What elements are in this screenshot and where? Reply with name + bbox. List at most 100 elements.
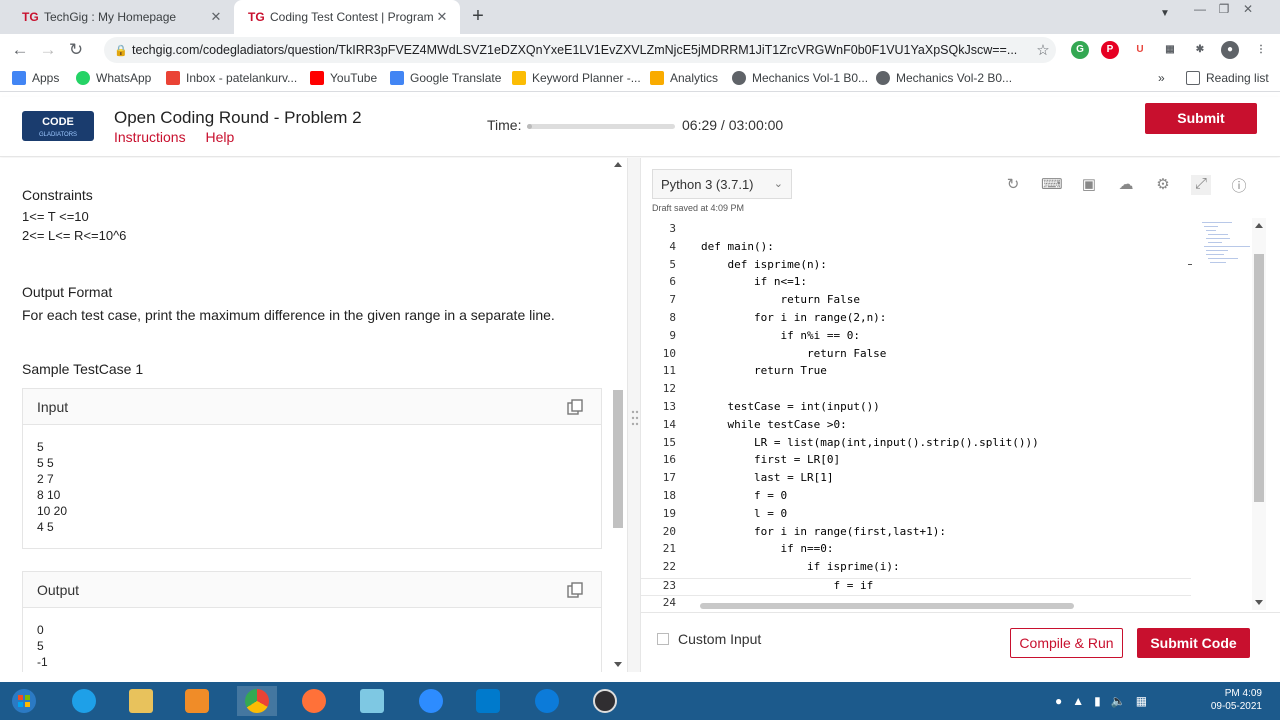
code-line[interactable]: 11 return True (641, 364, 1191, 382)
code-line[interactable]: 8 for i in range(2,n): (641, 311, 1191, 329)
lock-icon[interactable]: 🔒 (114, 44, 132, 57)
file-explorer-taskbar[interactable] (121, 686, 161, 716)
code-horizontal-scrollbar[interactable] (700, 603, 1074, 609)
minimize-icon[interactable]: — (1188, 0, 1212, 24)
code-text[interactable]: l = 0 (701, 507, 787, 520)
vscode-taskbar[interactable] (468, 686, 508, 716)
code-text[interactable]: f = 0 (701, 489, 787, 502)
code-text[interactable]: def isprime(n): (701, 258, 826, 271)
bookmark-star-icon[interactable]: ☆ (1030, 41, 1056, 59)
code-line[interactable]: 17 last = LR[1] (641, 471, 1191, 489)
tab-techgig-homepage[interactable]: TG TechGig : My Homepage ✕ (8, 0, 234, 34)
code-text[interactable]: return False (701, 293, 859, 306)
code-line[interactable]: 9 if n%i == 0: (641, 329, 1191, 347)
code-text[interactable]: for i in range(2,n): (701, 311, 886, 324)
compile-run-button[interactable]: Compile & Run (1010, 628, 1123, 658)
bookmark-mechanics-vol2[interactable]: Mechanics Vol-2 B0... (876, 71, 1012, 85)
profile-avatar[interactable]: ● (1221, 41, 1239, 59)
code-line[interactable]: 3 (641, 222, 1191, 240)
settings-gear-icon[interactable]: ⚙ (1153, 175, 1173, 195)
keyboard-shortcuts-icon[interactable]: ⌨ (1041, 175, 1063, 195)
help-link[interactable]: Help (205, 129, 234, 145)
reset-code-icon[interactable]: ↻ (1003, 175, 1023, 195)
reading-list[interactable]: Reading list (1186, 71, 1269, 85)
reload-icon[interactable]: ↻ (62, 40, 90, 60)
code-line[interactable]: 10 return False (641, 347, 1191, 365)
code-text[interactable]: def main(): (701, 240, 774, 253)
fullscreen-icon[interactable]: ⤢ (1191, 175, 1211, 195)
custom-input-checkbox[interactable] (657, 633, 669, 645)
close-window-icon[interactable]: ✕ (1236, 0, 1260, 24)
upload-cloud-icon[interactable]: ☁ (1116, 175, 1136, 195)
code-text[interactable]: f = if (701, 579, 873, 592)
code-minimap[interactable] (1188, 218, 1250, 268)
start-button[interactable] (4, 686, 44, 716)
tab-coding-test-contest[interactable]: TG Coding Test Contest | Programmi ✕ (234, 0, 460, 34)
zoom-taskbar[interactable] (411, 686, 451, 716)
firefox-taskbar[interactable] (294, 686, 334, 716)
network-icon[interactable]: ▦ (1136, 694, 1147, 708)
show-hidden-icons[interactable]: ▲ (1072, 694, 1084, 708)
problem-panel-scrollbar[interactable] (612, 158, 624, 672)
chrome-menu-icon[interactable]: ⋮ (1252, 41, 1270, 59)
volume-icon[interactable]: 🔈 (1111, 694, 1126, 708)
help-tray-icon[interactable]: ● (1055, 694, 1062, 708)
copy-icon[interactable] (567, 399, 583, 415)
code-line[interactable]: 16 first = LR[0] (641, 453, 1191, 471)
code-text[interactable]: if n<=1: (701, 275, 807, 288)
extension-ubersuggest-icon[interactable]: U (1131, 41, 1149, 59)
code-line[interactable]: 15 LR = list(map(int,input().strip().spl… (641, 436, 1191, 454)
code-text[interactable]: first = LR[0] (701, 453, 840, 466)
extension-grid-icon[interactable]: ▦ (1161, 41, 1179, 59)
code-text[interactable]: last = LR[1] (701, 471, 833, 484)
code-line[interactable]: 13 testCase = int(input()) (641, 400, 1191, 418)
bookmark-mechanics-vol1[interactable]: Mechanics Vol-1 B0... (732, 71, 868, 85)
code-line[interactable]: 20 for i in range(first,last+1): (641, 525, 1191, 543)
more-bookmarks-icon[interactable]: » (1158, 71, 1165, 85)
close-tab-icon[interactable]: ✕ (208, 9, 224, 25)
internet-explorer-taskbar[interactable] (64, 686, 104, 716)
obs-taskbar[interactable] (585, 686, 625, 716)
address-bar[interactable]: 🔒 techgig.com/codegladiators/question/Tk… (104, 37, 1056, 63)
code-text[interactable]: if n%i == 0: (701, 329, 859, 342)
code-text[interactable]: if n==0: (701, 542, 833, 555)
copy-icon[interactable] (567, 582, 583, 598)
code-editor[interactable]: 3 4 def main(): 5 def isprime(n): 6 if n<=1:… (641, 222, 1267, 610)
extension-grammarly-icon[interactable]: G (1071, 41, 1089, 59)
edge-taskbar[interactable] (527, 686, 567, 716)
code-text[interactable]: while testCase >0: (701, 418, 846, 431)
extensions-puzzle-icon[interactable]: ✱ (1191, 41, 1209, 59)
chrome-taskbar[interactable] (237, 686, 277, 716)
instructions-link[interactable]: Instructions (114, 129, 186, 145)
battery-icon[interactable]: ▮ (1094, 694, 1101, 708)
taskbar-clock[interactable]: PM 4:09 09-05-2021 (1192, 687, 1262, 713)
code-line[interactable]: 21 if n==0: (641, 542, 1191, 560)
forward-icon[interactable]: → (34, 40, 62, 60)
code-vertical-scrollbar[interactable] (1252, 218, 1266, 610)
custom-input-label[interactable]: Custom Input (678, 631, 761, 647)
maximize-icon[interactable]: ❐ (1212, 0, 1236, 24)
code-text[interactable]: return False (701, 347, 886, 360)
code-line[interactable]: 23 f = if (641, 578, 1191, 596)
media-player-taskbar[interactable] (177, 686, 217, 716)
bookmark-youtube[interactable]: YouTube (310, 71, 377, 85)
code-text[interactable]: testCase = int(input()) (701, 400, 879, 413)
code-text[interactable]: LR = list(map(int,input().strip().split(… (701, 436, 1039, 449)
new-tab-button[interactable]: + (466, 4, 490, 28)
panel-resize-handle[interactable] (627, 158, 641, 672)
submit-code-button[interactable]: Submit Code (1137, 628, 1250, 658)
code-line[interactable]: 12 (641, 382, 1191, 400)
code-text[interactable]: return True (701, 364, 827, 377)
code-line[interactable]: 5 def isprime(n): (641, 258, 1191, 276)
code-line[interactable]: 14 while testCase >0: (641, 418, 1191, 436)
code-line[interactable]: 6 if n<=1: (641, 275, 1191, 293)
code-text[interactable]: if isprime(i): (701, 560, 900, 573)
back-icon[interactable]: ← (6, 40, 34, 60)
extension-pinterest-icon[interactable]: P (1101, 41, 1119, 59)
code-line[interactable]: 4 def main(): (641, 240, 1191, 258)
language-select[interactable]: Python 3 (3.7.1) ⌄ (652, 169, 792, 199)
close-tab-icon[interactable]: ✕ (434, 9, 450, 25)
code-line[interactable]: 19 l = 0 (641, 507, 1191, 525)
bookmark-keyword-planner[interactable]: Keyword Planner -... (512, 71, 641, 85)
code-line[interactable]: 18 f = 0 (641, 489, 1191, 507)
